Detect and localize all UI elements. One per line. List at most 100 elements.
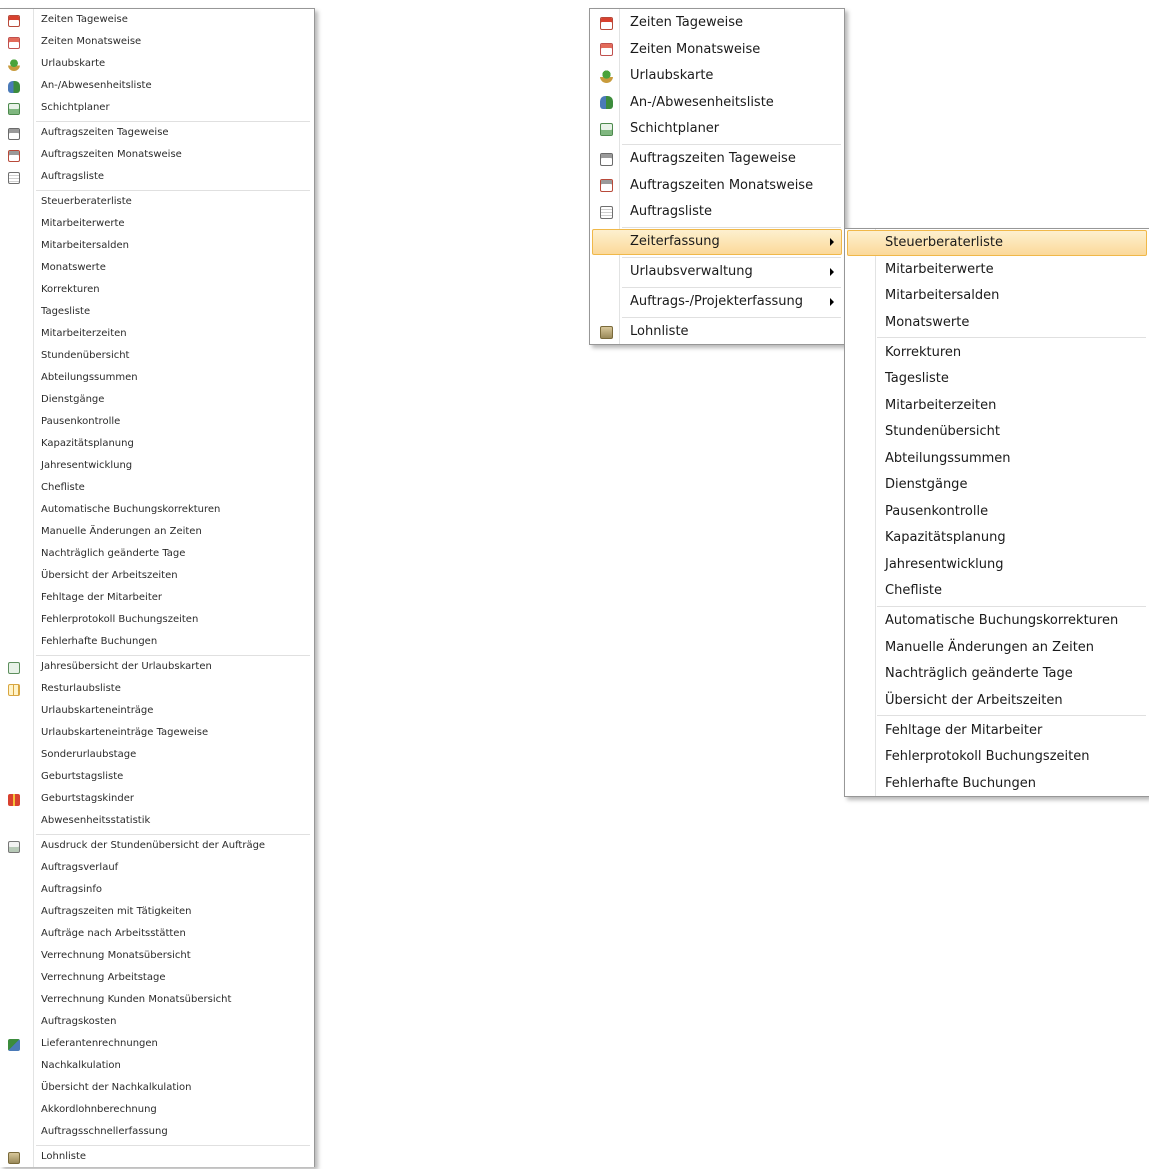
menu-item-steuerberaterliste[interactable]: Steuerberaterliste — [0, 192, 314, 214]
menu-item-ausdruck-der-stundenuebersicht-der-auftraege[interactable]: Ausdruck der Stundenübersicht der Aufträ… — [0, 836, 314, 858]
menu-item-urlaubskarte[interactable]: Urlaubskarte — [0, 54, 314, 76]
menu-item-lieferantenrechnungen[interactable]: Lieferantenrechnungen — [0, 1034, 314, 1056]
menu-item-auftragsverlauf[interactable]: Auftragsverlauf — [0, 858, 314, 880]
menu-item-label: Auftragszeiten mit Tätigkeiten — [41, 906, 192, 917]
menu-item-stundenuebersicht[interactable]: Stundenübersicht — [845, 419, 1149, 445]
menu-item-mitarbeiterwerte[interactable]: Mitarbeiterwerte — [0, 214, 314, 236]
menu-item-zeiten-tageweise[interactable]: Zeiten Tageweise — [0, 10, 314, 32]
menu-item-tagesliste[interactable]: Tagesliste — [0, 302, 314, 324]
menu-item-fehlerhafte-buchungen[interactable]: Fehlerhafte Buchungen — [845, 771, 1149, 797]
menu-item-mitarbeitersalden[interactable]: Mitarbeitersalden — [0, 236, 314, 258]
menu-item-uebersicht-der-arbeitszeiten[interactable]: Übersicht der Arbeitszeiten — [0, 566, 314, 588]
menu-item-korrekturen[interactable]: Korrekturen — [845, 340, 1149, 366]
menu-item-lohnliste[interactable]: Lohnliste — [0, 1147, 314, 1169]
menu-separator — [36, 121, 310, 122]
menu-item-automatische-buchungskorrekturen[interactable]: Automatische Buchungskorrekturen — [0, 500, 314, 522]
menu-item-urlaubskarte[interactable]: Urlaubskarte — [590, 63, 844, 89]
menu-item-schichtplaner[interactable]: Schichtplaner — [590, 116, 844, 142]
menu-item-lohnliste[interactable]: Lohnliste — [590, 319, 844, 345]
menu-item-label: Urlaubskarte — [630, 68, 714, 83]
menu-item-verrechnung-monatsuebersicht[interactable]: Verrechnung Monatsübersicht — [0, 946, 314, 968]
menu-item-urlaubskarteneintraege[interactable]: Urlaubskarteneinträge — [0, 701, 314, 723]
menu-item-auftragsliste[interactable]: Auftragsliste — [590, 199, 844, 225]
menu-item-auftragsinfo[interactable]: Auftragsinfo — [0, 880, 314, 902]
menu-item-zeiten-tageweise[interactable]: Zeiten Tageweise — [590, 10, 844, 36]
menu-item-tagesliste[interactable]: Tagesliste — [845, 366, 1149, 392]
menu-separator — [622, 286, 841, 288]
menu-item-urlaubskarteneintraege-tageweise[interactable]: Urlaubskarteneinträge Tageweise — [0, 723, 314, 745]
menu-item-fehltage-der-mitarbeiter[interactable]: Fehltage der Mitarbeiter — [845, 718, 1149, 744]
menu-item-chefliste[interactable]: Chefliste — [0, 478, 314, 500]
menu-item-auftrags-projekterfassung[interactable]: Auftrags-/Projekterfassung — [590, 289, 844, 315]
menu-item-steuerberaterliste[interactable]: Steuerberaterliste — [845, 230, 1149, 256]
menu-item-auftragszeiten-mit-taetigkeiten[interactable]: Auftragszeiten mit Tätigkeiten — [0, 902, 314, 924]
menu-item-zeiten-monatsweise[interactable]: Zeiten Monatsweise — [0, 32, 314, 54]
menu-item-fehlerhafte-buchungen[interactable]: Fehlerhafte Buchungen — [0, 632, 314, 654]
menu-item-jahresentwicklung[interactable]: Jahresentwicklung — [0, 456, 314, 478]
menu-item-zeiterfassung[interactable]: Zeiterfassung — [590, 229, 844, 255]
menu-item-mitarbeitersalden[interactable]: Mitarbeitersalden — [845, 283, 1149, 309]
menu-item-mitarbeiterwerte[interactable]: Mitarbeiterwerte — [845, 257, 1149, 283]
menu-item-jahresuebersicht-der-urlaubskarten[interactable]: Jahresübersicht der Urlaubskarten — [0, 657, 314, 679]
menu-item-label: Abwesenheitsstatistik — [41, 815, 151, 826]
menu-item-dienstgaenge[interactable]: Dienstgänge — [845, 472, 1149, 498]
menu-item-abteilungssummen[interactable]: Abteilungssummen — [845, 446, 1149, 472]
menu-item-label: Fehlerhafte Buchungen — [885, 775, 1037, 791]
menu-item-label: Urlaubskarte — [41, 58, 106, 69]
menu-separator — [36, 190, 310, 191]
menu-item-automatische-buchungskorrekturen[interactable]: Automatische Buchungskorrekturen — [845, 608, 1149, 634]
menu-item-zeiten-monatsweise[interactable]: Zeiten Monatsweise — [590, 37, 844, 63]
menu-item-nachkalkulation[interactable]: Nachkalkulation — [0, 1056, 314, 1078]
menu-item-mitarbeiterzeiten[interactable]: Mitarbeiterzeiten — [845, 393, 1149, 419]
menu-item-uebersicht-der-nachkalkulation[interactable]: Übersicht der Nachkalkulation — [0, 1078, 314, 1100]
menu-item-sonderurlaubstage[interactable]: Sonderurlaubstage — [0, 745, 314, 767]
menu-item-auftragszeiten-tageweise[interactable]: Auftragszeiten Tageweise — [590, 146, 844, 172]
menu-item-resturlaubsliste[interactable]: Resturlaubsliste — [0, 679, 314, 701]
menu-item-auftragsschnellerfassung[interactable]: Auftragsschnellerfassung — [0, 1122, 314, 1144]
menu-item-label: Zeiten Monatsweise — [630, 41, 761, 57]
menu-item-korrekturen[interactable]: Korrekturen — [0, 280, 314, 302]
menu-item-auftraege-nach-arbeitsstaetten[interactable]: Aufträge nach Arbeitsstätten — [0, 924, 314, 946]
menu-item-fehltage-der-mitarbeiter[interactable]: Fehltage der Mitarbeiter — [0, 588, 314, 610]
menu-item-abwesenheitsstatistik[interactable]: Abwesenheitsstatistik — [0, 811, 314, 833]
menu-item-geburtstagskinder[interactable]: Geburtstagskinder — [0, 789, 314, 811]
menu-item-label: Auftragskosten — [41, 1016, 117, 1027]
menu-item-nachtraeglich-geaenderte-tage[interactable]: Nachträglich geänderte Tage — [0, 544, 314, 566]
menu-item-monatswerte[interactable]: Monatswerte — [845, 310, 1149, 336]
menu-item-chefliste[interactable]: Chefliste — [845, 578, 1149, 604]
menu-item-stundenuebersicht[interactable]: Stundenübersicht — [0, 346, 314, 368]
menu-item-schichtplaner[interactable]: Schichtplaner — [0, 98, 314, 120]
menu-item-abteilungssummen[interactable]: Abteilungssummen — [0, 368, 314, 390]
menu-item-label: Auftragsinfo — [41, 884, 102, 895]
menu-item-an-abwesenheitsliste[interactable]: An-/Abwesenheitsliste — [0, 76, 314, 98]
menu-item-verrechnung-arbeitstage[interactable]: Verrechnung Arbeitstage — [0, 968, 314, 990]
menu-item-uebersicht-der-arbeitszeiten[interactable]: Übersicht der Arbeitszeiten — [845, 688, 1149, 714]
menu-item-fehlerprotokoll-buchungszeiten[interactable]: Fehlerprotokoll Buchungszeiten — [845, 744, 1149, 770]
report-menu-expanded: Zeiten Tageweise Zeiten Monatsweise Urlaub… — [0, 8, 315, 1167]
menu-item-manuelle-aenderungen-an-zeiten[interactable]: Manuelle Änderungen an Zeiten — [0, 522, 314, 544]
menu-item-auftragszeiten-tageweise[interactable]: Auftragszeiten Tageweise — [0, 123, 314, 145]
menu-item-geburtstagsliste[interactable]: Geburtstagsliste — [0, 767, 314, 789]
menu-item-mitarbeiterzeiten[interactable]: Mitarbeiterzeiten — [0, 324, 314, 346]
menu-item-urlaubsverwaltung[interactable]: Urlaubsverwaltung — [590, 259, 844, 285]
menu-item-monatswerte[interactable]: Monatswerte — [0, 258, 314, 280]
menu-item-manuelle-aenderungen-an-zeiten[interactable]: Manuelle Änderungen an Zeiten — [845, 635, 1149, 661]
menu-item-auftragszeiten-monatsweise[interactable]: Auftragszeiten Monatsweise — [590, 173, 844, 199]
menu-item-pausenkontrolle[interactable]: Pausenkontrolle — [0, 412, 314, 434]
menu-item-auftragskosten[interactable]: Auftragskosten — [0, 1012, 314, 1034]
menu-item-akkordlohnberechnung[interactable]: Akkordlohnberechnung — [0, 1100, 314, 1122]
menu-item-nachtraeglich-geaenderte-tage[interactable]: Nachträglich geänderte Tage — [845, 661, 1149, 687]
menu-item-auftragsliste[interactable]: Auftragsliste — [0, 167, 314, 189]
menu-item-pausenkontrolle[interactable]: Pausenkontrolle — [845, 499, 1149, 525]
menu-item-auftragszeiten-monatsweise[interactable]: Auftragszeiten Monatsweise — [0, 145, 314, 167]
menu-separator — [877, 337, 1146, 338]
menu-item-fehlerprotokoll-buchungszeiten[interactable]: Fehlerprotokoll Buchungszeiten — [0, 610, 314, 632]
order-day-icon — [6, 126, 22, 142]
menu-item-an-abwesenheitsliste[interactable]: An-/Abwesenheitsliste — [590, 90, 844, 116]
menu-separator — [622, 256, 841, 258]
menu-item-verrechnung-kunden-monatsuebersicht[interactable]: Verrechnung Kunden Monatsübersicht — [0, 990, 314, 1012]
menu-item-kapazitaetsplanung[interactable]: Kapazitätsplanung — [0, 434, 314, 456]
menu-item-kapazitaetsplanung[interactable]: Kapazitätsplanung — [845, 525, 1149, 551]
menu-item-jahresentwicklung[interactable]: Jahresentwicklung — [845, 552, 1149, 578]
menu-item-dienstgaenge[interactable]: Dienstgänge — [0, 390, 314, 412]
